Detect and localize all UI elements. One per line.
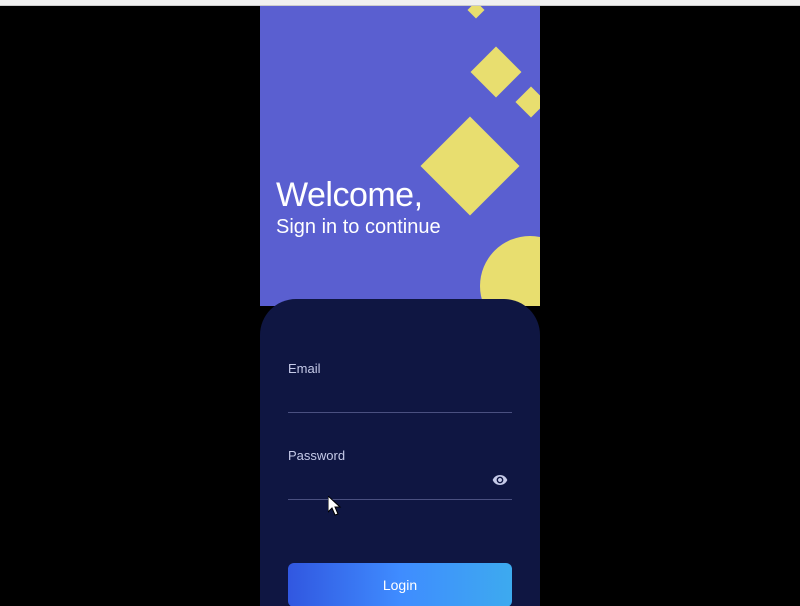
eye-icon[interactable]	[492, 472, 508, 493]
hero-section: Welcome, Sign in to continue	[260, 6, 540, 306]
email-label: Email	[288, 361, 512, 376]
email-field[interactable]	[288, 382, 512, 413]
login-screen: Welcome, Sign in to continue Email Passw…	[260, 6, 540, 606]
login-form: Email Password Login Forgot your passwor…	[260, 299, 540, 606]
password-label: Password	[288, 448, 512, 463]
decorative-diamond-icon	[515, 86, 540, 117]
welcome-title: Welcome,	[276, 178, 441, 212]
decorative-diamond-icon	[468, 6, 485, 18]
password-field[interactable]	[288, 469, 512, 500]
decorative-circle-icon	[480, 236, 540, 306]
decorative-diamond-icon	[471, 47, 522, 98]
welcome-subtitle: Sign in to continue	[276, 216, 441, 239]
